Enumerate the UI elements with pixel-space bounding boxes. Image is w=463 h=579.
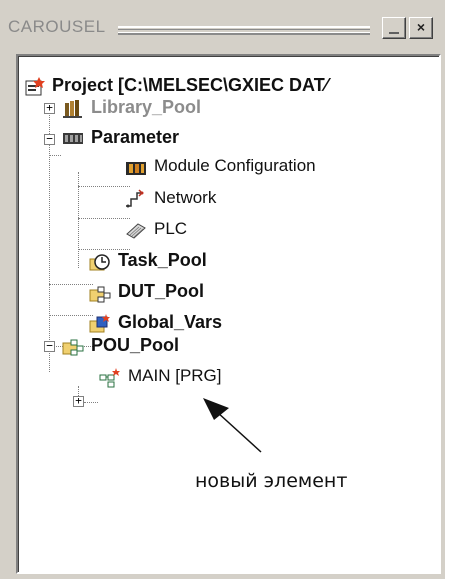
collapse-parameter[interactable]: −: [44, 133, 55, 145]
collapse-pou-pool[interactable]: −: [44, 340, 55, 352]
tree-item-dut-pool[interactable]: DUT_Pool: [118, 277, 204, 305]
close-button[interactable]: ×: [409, 17, 433, 39]
annotation-label: новый элемент: [195, 470, 348, 492]
plc-icon: [126, 223, 146, 239]
tree-item-task-pool[interactable]: Task_Pool: [118, 246, 207, 274]
carousel-panel: CAROUSEL × Project [C:\MELSEC\GXIEC DAT⁄…: [0, 0, 445, 579]
module-configuration-icon: [126, 162, 146, 175]
tree-line: [49, 315, 93, 316]
project-tree[interactable]: Project [C:\MELSEC\GXIEC DAT⁄ + Library_…: [16, 54, 441, 574]
tree-item-plc[interactable]: PLC: [154, 215, 187, 243]
expand-library-pool[interactable]: +: [44, 102, 55, 114]
tree-item-network[interactable]: Network: [154, 184, 216, 212]
tree-line: [49, 112, 50, 372]
tree-line: [78, 186, 130, 187]
tree-line: [49, 284, 93, 285]
title-bar[interactable]: CAROUSEL ×: [6, 14, 440, 48]
main-prg-icon: [99, 368, 120, 388]
minimize-button[interactable]: [382, 17, 406, 39]
dut-pool-icon: [89, 286, 111, 303]
pou-pool-icon: [62, 339, 84, 356]
annotation-arrow: [203, 398, 262, 453]
tree-item-main-prg[interactable]: MAIN [PRG]: [128, 362, 222, 390]
tree-line: [49, 155, 61, 156]
expand-main-prg[interactable]: +: [73, 395, 84, 407]
network-icon: [126, 189, 144, 208]
tree-item-pou-pool[interactable]: POU_Pool: [91, 331, 179, 359]
drag-grip[interactable]: [118, 26, 370, 35]
tree-line: [78, 218, 130, 219]
tree-line: [84, 402, 98, 403]
tree-item-library-pool[interactable]: Library_Pool: [91, 93, 201, 121]
parameter-icon: [63, 133, 83, 144]
project-icon: [25, 77, 45, 96]
window-title: CAROUSEL: [8, 17, 106, 36]
tree-item-parameter[interactable]: Parameter: [91, 123, 179, 151]
task-pool-icon: [89, 254, 110, 271]
tree-item-module-configuration[interactable]: Module Configuration: [154, 152, 316, 180]
library-icon: [63, 100, 82, 118]
